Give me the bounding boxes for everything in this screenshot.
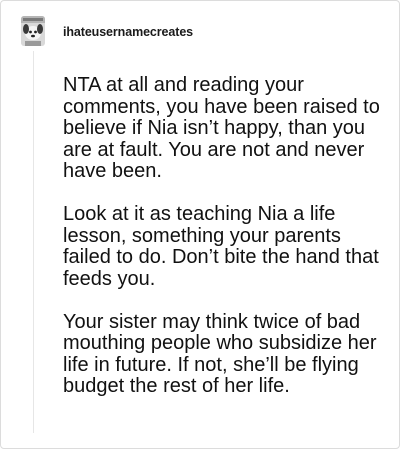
dog-avatar-icon xyxy=(21,16,45,46)
thread-line xyxy=(33,51,34,433)
reply-paragraph-3: Your sister may think twice of bad mouth… xyxy=(63,310,377,397)
user-avatar[interactable] xyxy=(21,16,45,46)
reply-text: NTA at all and reading your comments, yo… xyxy=(63,74,385,419)
reply-paragraph-2: Look at it as teaching Nia a life lesson… xyxy=(63,203,379,290)
username[interactable]: ihateusernamecreates xyxy=(63,25,193,39)
reply-paragraph-1: NTA at all and reading your comments, yo… xyxy=(63,74,380,182)
reply-card: ihateusernamecreates NTA at all and read… xyxy=(0,0,400,449)
